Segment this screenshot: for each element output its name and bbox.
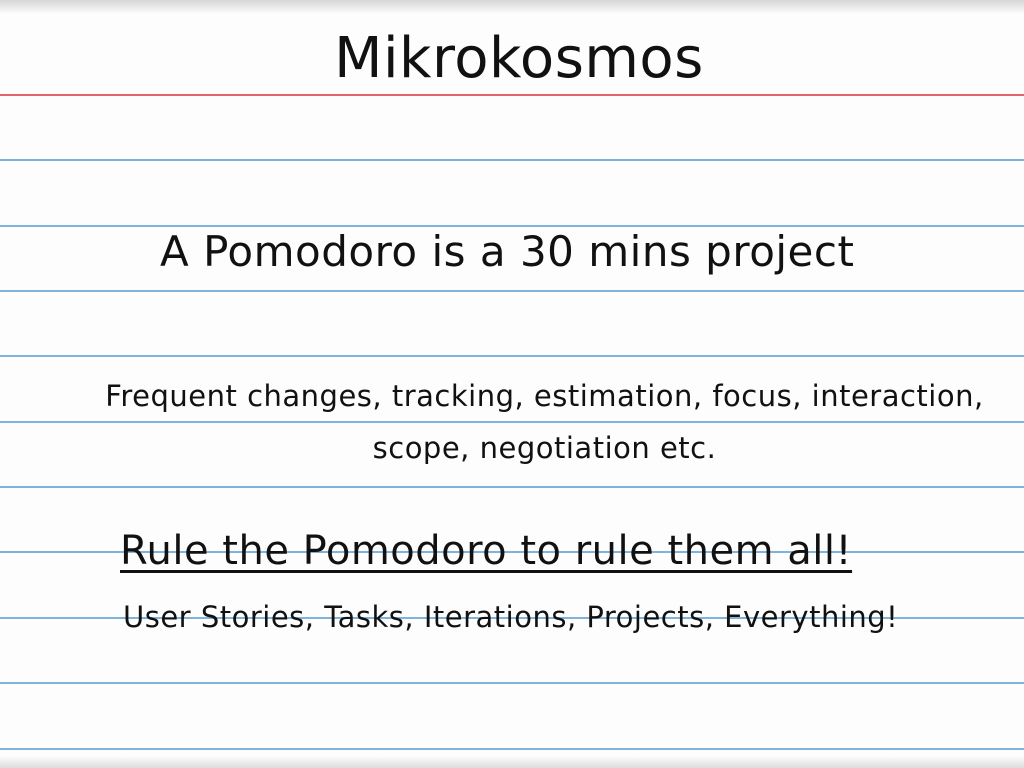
ruled-line: [0, 159, 1024, 161]
ruled-line: [0, 355, 1024, 357]
top-edge-shadow: [0, 0, 1024, 14]
ruled-line: [0, 486, 1024, 488]
bottom-edge-shadow: [0, 756, 1024, 768]
header-margin-line: [0, 94, 1024, 96]
ruled-line: [0, 748, 1024, 750]
rule-statement: Rule the Pomodoro to rule them all!: [120, 528, 853, 574]
ruled-line: [0, 682, 1024, 684]
topics-paragraph: Frequent changes, tracking, estimation, …: [105, 379, 984, 465]
slide-heading: A Pomodoro is a 30 mins project: [160, 227, 855, 276]
index-card-slide: Mikrokosmos A Pomodoro is a 30 mins proj…: [0, 0, 1024, 768]
rule-scope-list: User Stories, Tasks, Iterations, Project…: [123, 600, 899, 634]
ruled-line: [0, 290, 1024, 292]
slide-title: Mikrokosmos: [334, 26, 704, 91]
